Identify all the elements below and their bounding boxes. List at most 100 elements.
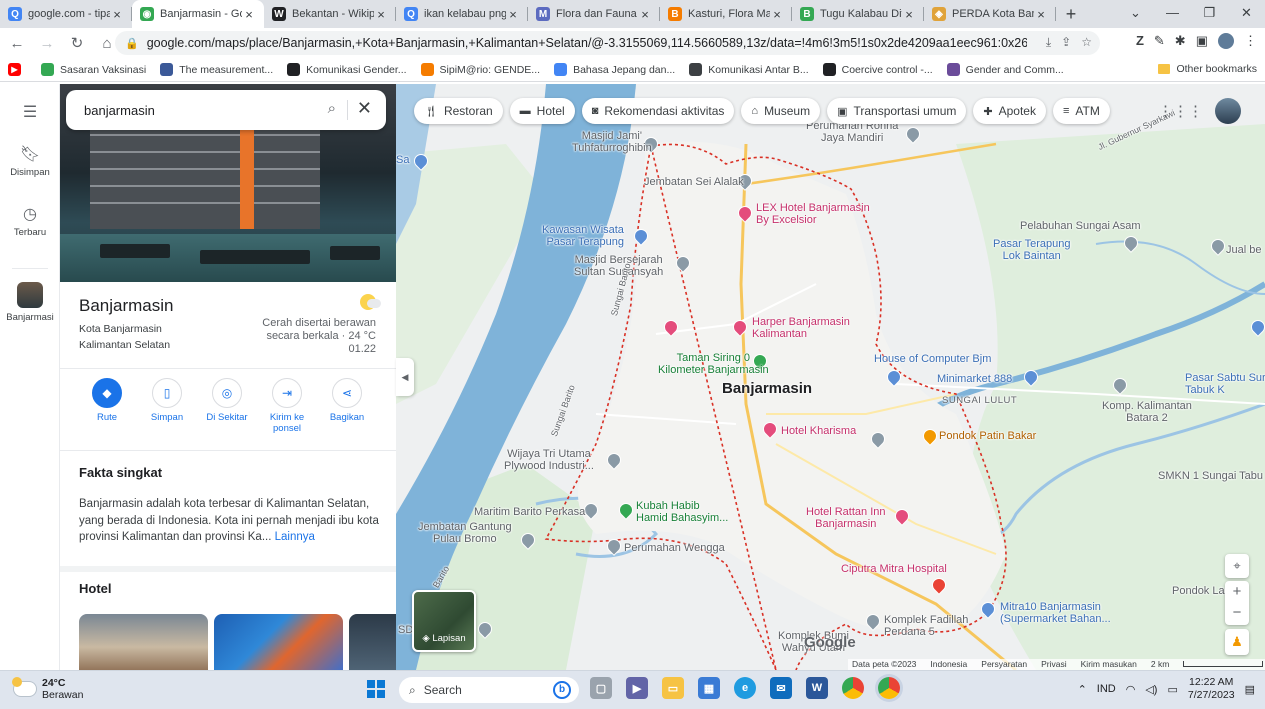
map-label[interactable]: Pondok Patin Bakar (939, 430, 1036, 442)
map-label[interactable]: Jembatan Gantung Pulau Bromo (418, 521, 512, 545)
category-chip[interactable]: ▬ Hotel (509, 98, 575, 124)
category-chip[interactable]: ◙ Rekomendasi aktivitas (581, 98, 735, 124)
menu-kebab-icon[interactable]: ⋮ (1244, 33, 1257, 49)
apps-grid-icon[interactable]: ⋮⋮⋮ (1158, 102, 1203, 120)
language-indicator[interactable]: IND (1097, 683, 1116, 695)
map-label[interactable]: Masjid Jami' Tuhfaturroghibin (572, 130, 652, 154)
share-button[interactable]: ⋖ Bagikan (317, 378, 377, 434)
word-icon[interactable]: W (806, 677, 828, 699)
bookmark-item[interactable]: Komunikasi Antar B... (689, 63, 809, 76)
other-bookmarks[interactable]: Other bookmarks (1158, 63, 1257, 75)
category-chip[interactable]: ≡ ATM (1052, 98, 1110, 124)
close-tab-icon[interactable]: × (110, 7, 124, 22)
map-label[interactable]: Mitra10 Banjarmasin (Supermarket Bahan... (1000, 601, 1111, 625)
send-to-phone-button[interactable]: ⇥ Kirim ke ponsel (257, 378, 317, 434)
browser-tab[interactable]: Qikan kelabau png × (396, 0, 528, 28)
close-window-button[interactable]: ✕ (1228, 0, 1265, 28)
layers-button[interactable]: ◈ Lapisan (412, 590, 476, 652)
save-button[interactable]: ▯ Simpan (137, 378, 197, 434)
more-link[interactable]: Lainnya (275, 531, 315, 543)
bookmark-item[interactable]: Bahasa Jepang dan... (554, 63, 675, 76)
hotel-card-2[interactable] (214, 614, 343, 670)
map-label[interactable]: Maritim Barito Perkasa (474, 506, 585, 518)
clock[interactable]: 12:22 AM 7/27/2023 (1188, 676, 1235, 702)
browser-tab[interactable]: B Kasturi, Flora Ma × (660, 0, 792, 28)
nearby-button[interactable]: ◎ Di Sekitar (197, 378, 257, 434)
map-label[interactable]: Minimarket 888 (937, 373, 1012, 385)
share-page-icon[interactable]: ⇪ (1061, 35, 1071, 50)
bookmark-item[interactable]: Komunikasi Gender... (287, 63, 407, 76)
chevron-up-icon[interactable]: ⌃ (1078, 683, 1087, 696)
mail-icon[interactable]: ✉ (770, 677, 792, 699)
file-explorer-icon[interactable]: ▭ (662, 677, 684, 699)
my-location-button[interactable]: ⌖ (1225, 554, 1249, 578)
extension-z-icon[interactable]: Z (1136, 33, 1144, 49)
close-tab-icon[interactable]: × (1034, 7, 1048, 22)
bookmark-item[interactable]: The measurement... (160, 63, 273, 76)
map-label[interactable]: Pasar Sabtu Sur Tabuk K (1185, 372, 1265, 396)
map-label[interactable]: Harper Banjarmasin Kalimantan (752, 316, 850, 340)
install-icon[interactable]: ⤓ (1046, 35, 1051, 50)
category-chip[interactable]: ▣ Transportasi umum (827, 98, 967, 124)
bookmark-item[interactable]: Sasaran Vaksinasi (41, 63, 146, 76)
close-tab-icon[interactable]: × (638, 7, 652, 22)
map-label[interactable]: Kubah Habib Hamid Bahasyim... (636, 500, 728, 524)
start-button[interactable] (367, 680, 385, 698)
browser-tab[interactable]: W Bekantan - Wikip × (264, 0, 396, 28)
back-button[interactable]: ← (4, 35, 30, 52)
map-label[interactable]: Perumahan Wengga (624, 542, 725, 554)
edge-icon[interactable]: e (734, 677, 756, 699)
close-tab-icon[interactable]: × (902, 7, 916, 22)
teams-icon[interactable]: ▶ (626, 677, 648, 699)
attribution-item[interactable]: 2 km (1151, 659, 1169, 670)
site-info-icon[interactable]: 🔒 (125, 37, 139, 50)
map-label[interactable]: Sa (396, 154, 409, 166)
browser-tab[interactable]: ◈ PERDA Kota Banj × (924, 0, 1056, 28)
wifi-icon[interactable]: ◠ (1126, 683, 1136, 696)
collapse-panel-button[interactable]: ◀ (396, 358, 414, 396)
weather-widget[interactable]: 24°C Berawan (12, 677, 83, 701)
notification-icon[interactable]: ▤ (1245, 683, 1255, 696)
minimize-button[interactable]: — (1154, 0, 1191, 28)
reload-button[interactable]: ↻ (64, 34, 90, 52)
bookmark-item[interactable]: SipiM@rio: GENDE... (420, 63, 540, 76)
map-label[interactable]: Hotel Kharisma (781, 425, 856, 437)
battery-icon[interactable]: ▭ (1167, 683, 1177, 696)
zoom-out-button[interactable]: − (1225, 602, 1249, 623)
restore-button[interactable]: ❐ (1191, 0, 1228, 28)
map-label[interactable]: Komp. Kalimantan Batara 2 (1102, 400, 1192, 424)
map-label[interactable]: Pelabuhan Sungai Asam (1020, 220, 1140, 232)
attribution-item[interactable]: Privasi (1041, 659, 1067, 670)
browser-tab[interactable]: ◉ Banjarmasin - Go × (132, 0, 264, 28)
close-tab-icon[interactable]: × (242, 7, 256, 22)
saved-button[interactable]: 🔖︎ Disimpan (0, 144, 60, 178)
new-tab-button[interactable]: + (1056, 0, 1086, 28)
map-label[interactable]: LEX Hotel Banjarmasin By Excelsior (756, 202, 870, 226)
side-panel-icon[interactable]: ▣ (1196, 33, 1208, 49)
attribution-item[interactable]: Persyaratan (981, 659, 1027, 670)
chrome-icon[interactable] (842, 677, 864, 699)
map-label[interactable]: SUNGAI LULUT (942, 395, 1017, 407)
extensions-puzzle-icon[interactable]: ✱ (1175, 33, 1186, 49)
menu-button[interactable]: ☰ (0, 102, 60, 125)
recent-button[interactable]: ◷ Terbaru (0, 204, 60, 238)
browser-tab[interactable]: M Flora dan Fauna I × (528, 0, 660, 28)
chrome-active-icon[interactable] (878, 677, 900, 699)
tab-search-icon[interactable]: ⌄ (1117, 0, 1154, 28)
map-label[interactable]: SMKN 1 Sungai Tabu (1158, 470, 1263, 482)
map-label[interactable]: Kawasan Wisata Pasar Terapung (542, 224, 624, 248)
city-label[interactable]: Banjarmasin (722, 381, 812, 396)
close-tab-icon[interactable]: × (506, 7, 520, 22)
browser-tab[interactable]: Qgoogle.com - tipa × (0, 0, 132, 28)
bookmark-item[interactable]: ▶ (8, 63, 27, 76)
browser-tab[interactable]: B Tugu Kalabau Dit × (792, 0, 924, 28)
search-input[interactable]: banjarmasin ⌕ ✕ (66, 90, 386, 130)
directions-button[interactable]: ◆ Rute (77, 378, 137, 434)
map-canvas[interactable]: 🍴︎ Restoran ▬ Hotel ◙ Rekomendasi aktivitas ⌂ M… (396, 84, 1265, 670)
map-label[interactable]: Jual be (1226, 244, 1261, 256)
attribution-item[interactable]: Indonesia (930, 659, 967, 670)
attribution-item[interactable]: Kirim masukan (1081, 659, 1137, 670)
map-label[interactable]: Pasar Terapung Lok Baintan (993, 238, 1070, 262)
recent-place-banjarmasin[interactable]: Banjarmasi (0, 282, 60, 323)
map-label[interactable]: Taman Siring 0 Kilometer Banjarmasin (658, 352, 769, 376)
